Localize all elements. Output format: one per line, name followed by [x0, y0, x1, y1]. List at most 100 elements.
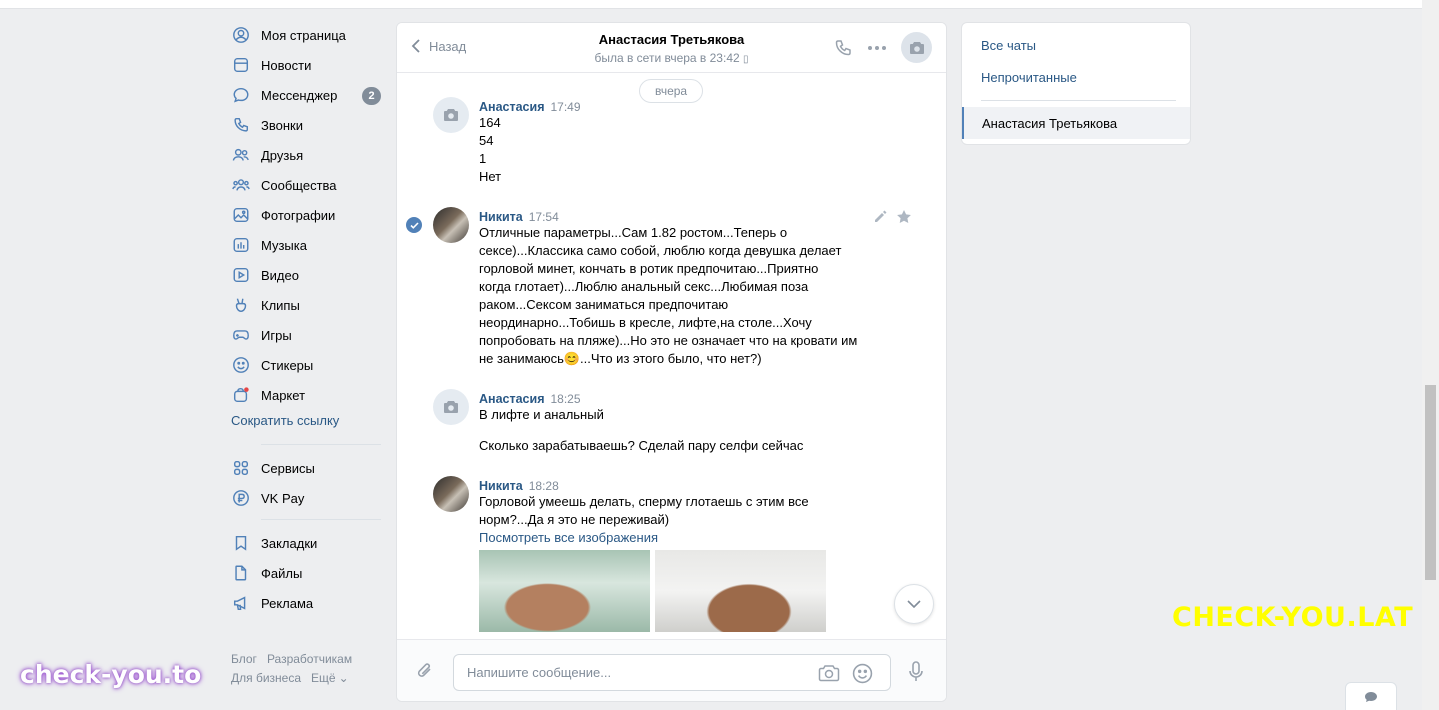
messenger-unread-badge: 2 — [362, 87, 381, 105]
photo-attachments — [479, 550, 879, 632]
nav-item-vkpay[interactable]: VK Pay — [231, 483, 381, 513]
message-time[interactable]: 18:28 — [529, 479, 559, 493]
message-author[interactable]: Анастасия — [479, 392, 545, 406]
footer-link-blog[interactable]: Блог — [231, 650, 257, 669]
more-horizontal-icon — [868, 45, 886, 50]
nav-item-clips[interactable]: Клипы — [231, 290, 381, 320]
emoji-button[interactable] — [852, 663, 873, 687]
camera-icon — [444, 109, 458, 121]
nav-item-services[interactable]: Сервисы — [231, 453, 381, 483]
message-line: Отличные параметры...Сам 1.82 ростом...Т… — [479, 225, 788, 240]
photo-attachment[interactable] — [655, 550, 826, 632]
message-line: раком...Сексом заниматься предпочитаю — [479, 297, 729, 312]
message-author[interactable]: Никита — [479, 210, 523, 224]
page-scrollbar[interactable] — [1422, 0, 1439, 710]
filter-unread[interactable]: Непрочитанные — [981, 70, 1077, 85]
nav-divider — [261, 444, 381, 445]
message[interactable]: Никита 17:54 Отличные параметры...Сам 1.8… — [479, 209, 879, 368]
ruble-icon — [231, 489, 250, 508]
music-icon — [231, 236, 250, 255]
nav-item-label: Музыка — [261, 237, 307, 253]
mobile-icon: ▯ — [743, 54, 749, 65]
footer-link-more[interactable]: Ещё ⌄ — [311, 669, 349, 688]
message-input[interactable] — [467, 665, 797, 680]
message-line: попробовать на пляже)...Но это не означа… — [479, 333, 858, 348]
panel-divider — [981, 100, 1176, 101]
camera-icon — [444, 401, 458, 413]
avatar[interactable] — [433, 476, 469, 512]
nav-item-label: Мессенджер — [261, 87, 338, 103]
footer-link-business[interactable]: Для бизнеса — [231, 669, 301, 688]
nav-item-label: Маркет — [261, 387, 306, 403]
scrollbar-thumb[interactable] — [1425, 385, 1436, 580]
active-chat-item[interactable]: Анастасия Третьякова — [962, 107, 1190, 139]
chat-bubble-button[interactable] — [1345, 682, 1397, 710]
message-author[interactable]: Никита — [479, 479, 523, 493]
photo-attachment[interactable] — [479, 550, 650, 632]
nav-item-market[interactable]: Маркет — [231, 380, 381, 410]
message-time[interactable]: 17:49 — [551, 100, 581, 114]
voice-message-button[interactable] — [908, 661, 924, 686]
phone-icon — [835, 39, 851, 55]
nav-item-calls[interactable]: Звонки — [231, 110, 381, 140]
nav-item-label: Звонки — [261, 117, 303, 133]
top-bar — [0, 0, 1422, 9]
message-line: неординарно...Тобишь в кресле, лифте,на … — [479, 315, 812, 330]
message-line: горловой минет, кончать в ротик предпочи… — [479, 261, 819, 276]
shorten-link[interactable]: Сократить ссылку — [231, 410, 381, 438]
avatar[interactable] — [433, 389, 469, 425]
peer-avatar[interactable] — [901, 32, 932, 63]
message[interactable]: Анастасия 18:25 В лифте и анальный Скольк… — [479, 391, 879, 455]
nav-item-files[interactable]: Файлы — [231, 558, 381, 588]
nav-item-ads[interactable]: Реклама — [231, 588, 381, 618]
nav-item-news[interactable]: Новости — [231, 50, 381, 80]
gamepad-icon — [231, 326, 250, 345]
message-line: сексе)...Классика само собой, люблю когд… — [479, 243, 842, 258]
message-line: 54 — [479, 133, 494, 148]
nav-item-music[interactable]: Музыка — [231, 230, 381, 260]
call-button[interactable] — [833, 38, 853, 58]
nav-item-photos[interactable]: Фотографии — [231, 200, 381, 230]
avatar[interactable] — [433, 207, 469, 243]
nav-item-friends[interactable]: Друзья — [231, 140, 381, 170]
nav-item-label: Стикеры — [261, 357, 314, 373]
message-select-checkbox[interactable] — [406, 217, 422, 233]
nav-item-label: VK Pay — [261, 490, 305, 506]
filter-all-chats[interactable]: Все чаты — [981, 38, 1036, 53]
message[interactable]: Анастасия 17:49 164 54 1 Нет — [479, 99, 879, 186]
message-author[interactable]: Анастасия — [479, 100, 545, 114]
nav-item-games[interactable]: Игры — [231, 320, 381, 350]
nav-divider — [261, 519, 381, 520]
nav-item-messenger[interactable]: Мессенджер 2 — [231, 80, 381, 110]
message[interactable]: Никита 18:28 Горловой умеешь делать, спер… — [479, 478, 879, 632]
attach-button[interactable] — [415, 660, 435, 685]
nav-item-label: Сервисы — [261, 460, 315, 476]
nav-item-bookmarks[interactable]: Закладки — [231, 528, 381, 558]
bookmark-icon — [231, 534, 250, 553]
peer-status-text: была в сети вчера в 23:42 — [594, 51, 740, 65]
star-icon[interactable] — [896, 209, 912, 227]
message-history[interactable]: вчера Анастасия 17:49 164 54 1 Нет Никита… — [397, 73, 946, 639]
nav-item-stickers[interactable]: Стикеры — [231, 350, 381, 380]
footer-link-developers[interactable]: Разработчикам — [267, 650, 352, 669]
message-time[interactable]: 18:25 — [551, 392, 581, 406]
nav-item-video[interactable]: Видео — [231, 260, 381, 290]
more-button[interactable] — [867, 45, 887, 51]
photo-upload-button[interactable] — [818, 663, 840, 686]
nav-item-my-page[interactable]: Моя страница — [231, 20, 381, 50]
smile-icon — [852, 663, 873, 684]
scroll-down-button[interactable] — [894, 584, 934, 624]
view-all-images-link[interactable]: Посмотреть все изображения — [479, 529, 879, 547]
message-time[interactable]: 17:54 — [529, 210, 559, 224]
camera-icon — [909, 41, 924, 54]
microphone-icon — [909, 661, 923, 681]
avatar[interactable] — [433, 97, 469, 133]
nav-item-label: Друзья — [261, 147, 304, 163]
active-chat-label: Анастасия Третьякова — [982, 116, 1118, 131]
message-line: В лифте и анальный — [479, 407, 604, 422]
nav-item-label: Видео — [261, 267, 299, 283]
clips-icon — [231, 296, 250, 315]
message-line: 1 — [479, 151, 487, 166]
nav-item-communities[interactable]: Сообщества — [231, 170, 381, 200]
watermark-top: CHECK-YOU.LAT — [1172, 602, 1414, 633]
